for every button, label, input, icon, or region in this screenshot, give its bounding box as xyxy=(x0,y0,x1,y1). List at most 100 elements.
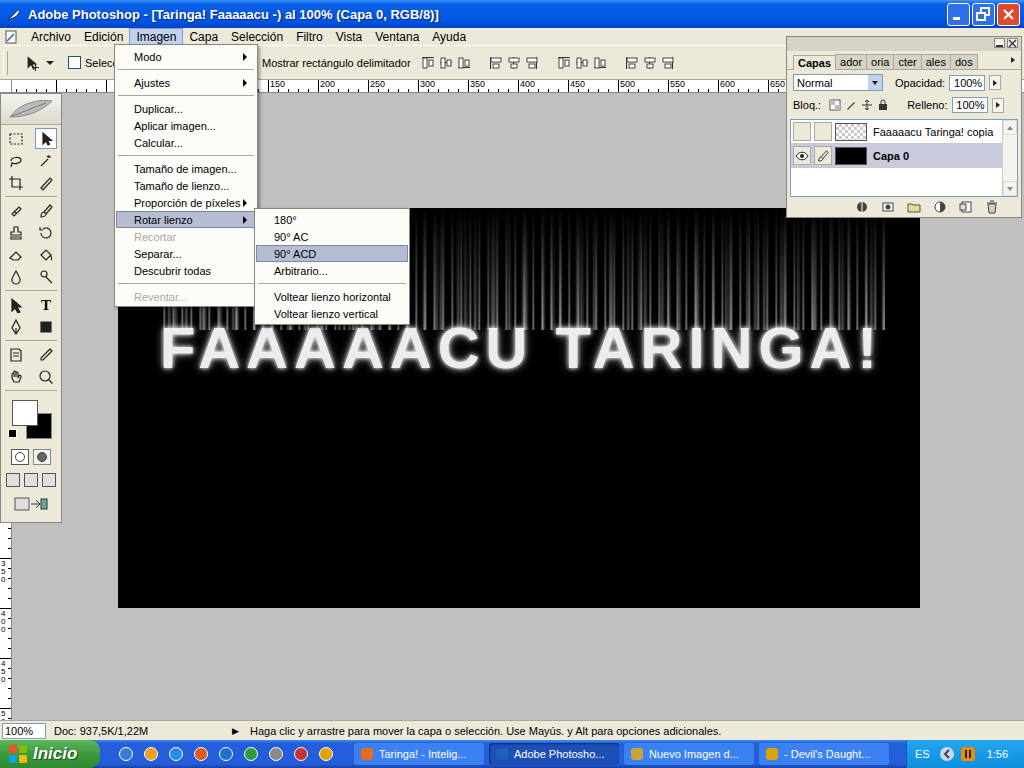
link-cell[interactable] xyxy=(814,146,832,165)
submenu-item[interactable]: Voltear lienzo vertical xyxy=(256,305,408,322)
submenu-item[interactable]: 90° AC xyxy=(256,228,408,245)
quick-launch-icon[interactable] xyxy=(318,746,334,762)
quick-launch-icon[interactable] xyxy=(193,746,209,762)
move-tool[interactable] xyxy=(35,128,57,149)
menu-title[interactable]: Imagen xyxy=(129,28,183,46)
menu-item[interactable]: Separar... xyxy=(116,245,256,262)
pen-tool[interactable] xyxy=(5,316,27,337)
dodge-tool[interactable] xyxy=(35,266,57,287)
menu-item[interactable]: Tamaño de imagen... xyxy=(116,160,256,177)
marquee-tool[interactable] xyxy=(5,128,27,149)
taskbar-button[interactable]: Nuevo Imagen d... xyxy=(624,743,754,765)
menu-title[interactable]: Ventana xyxy=(368,28,426,46)
quick-launch-icon[interactable] xyxy=(168,746,184,762)
align-icon[interactable] xyxy=(456,55,472,71)
default-colors-icon[interactable] xyxy=(8,429,17,438)
align-icon[interactable] xyxy=(506,55,522,71)
jump-to-imageready-icon[interactable] xyxy=(13,495,49,513)
align-icon[interactable] xyxy=(624,55,640,71)
quick-launch-icon[interactable] xyxy=(243,746,259,762)
quick-launch-icon[interactable] xyxy=(143,746,159,762)
taskbar-button[interactable]: Taringa! - Intelig... xyxy=(354,743,484,765)
restore-button[interactable] xyxy=(972,3,995,26)
media-player-icon[interactable] xyxy=(960,746,976,762)
align-icon[interactable] xyxy=(438,55,454,71)
panel-tab[interactable]: cter xyxy=(893,54,921,69)
align-icon[interactable] xyxy=(524,55,540,71)
layer-row[interactable]: Faaaaacu Taringa! copia xyxy=(791,120,1002,144)
brush-tool[interactable] xyxy=(35,200,57,221)
hand-tool[interactable] xyxy=(5,366,27,387)
lock-transparency-icon[interactable] xyxy=(829,99,841,111)
dropper-tool[interactable] xyxy=(35,344,57,365)
menu-item[interactable]: Reventar... xyxy=(116,288,256,305)
eraser-tool[interactable] xyxy=(5,244,27,265)
zoom-field[interactable]: 100% xyxy=(2,723,46,739)
layer-action-icon[interactable] xyxy=(959,200,973,214)
panel-tab[interactable]: ador xyxy=(835,54,867,69)
language-indicator[interactable]: ES xyxy=(915,748,930,760)
visibility-toggle[interactable] xyxy=(793,122,811,141)
align-icon[interactable] xyxy=(420,55,436,71)
quick-launch-icon[interactable] xyxy=(118,746,134,762)
opacity-field[interactable]: 100% xyxy=(949,75,985,91)
standard-mode-button[interactable] xyxy=(11,449,29,465)
start-button[interactable]: Inicio xyxy=(0,740,100,768)
align-icon[interactable] xyxy=(556,55,572,71)
panel-tab[interactable]: ales xyxy=(921,54,951,69)
lock-position-icon[interactable] xyxy=(861,99,873,111)
menu-item[interactable]: Rotar lienzo xyxy=(116,211,256,228)
close-button[interactable] xyxy=(997,3,1020,26)
blend-mode-select[interactable]: Normal xyxy=(793,74,883,91)
panel-tab[interactable]: dos xyxy=(950,54,978,69)
panel-title-bar[interactable] xyxy=(787,37,1021,51)
visibility-toggle[interactable] xyxy=(793,146,811,165)
stamp-tool[interactable] xyxy=(5,222,27,243)
menu-item[interactable]: Tamaño de lienzo... xyxy=(116,177,256,194)
align-icon[interactable] xyxy=(574,55,590,71)
panel-close-button[interactable] xyxy=(1007,38,1018,48)
taskbar-button[interactable]: Adobe Photosho... xyxy=(489,743,619,765)
layer-action-icon[interactable] xyxy=(933,200,947,214)
screen-mode-button[interactable] xyxy=(6,473,20,487)
quick-launch-icon[interactable] xyxy=(293,746,309,762)
align-icon[interactable] xyxy=(592,55,608,71)
panel-tab[interactable]: oria xyxy=(866,54,894,69)
pathsel-tool[interactable] xyxy=(5,294,27,315)
tool-preset-arrow-icon[interactable] xyxy=(46,61,54,65)
menu-title[interactable]: Capa xyxy=(182,28,225,46)
menu-title[interactable]: Edición xyxy=(77,28,130,46)
notes-tool[interactable] xyxy=(5,344,27,365)
blur-tool[interactable] xyxy=(5,266,27,287)
heal-tool[interactable] xyxy=(5,200,27,221)
submenu-item[interactable]: Voltear lienzo horizontal xyxy=(256,288,408,305)
menu-title[interactable]: Filtro xyxy=(289,28,330,46)
panel-menu-button[interactable] xyxy=(1009,56,1017,64)
panel-minimize-button[interactable] xyxy=(994,38,1005,48)
panel-tab[interactable]: Capas xyxy=(793,55,836,70)
align-icon[interactable] xyxy=(660,55,676,71)
menu-item[interactable]: Ajustes xyxy=(116,74,256,91)
menu-title[interactable]: Selección xyxy=(224,28,290,46)
bucket-tool[interactable] xyxy=(35,244,57,265)
menu-title[interactable]: Ayuda xyxy=(425,28,473,46)
align-icon[interactable] xyxy=(642,55,658,71)
wand-tool[interactable] xyxy=(35,150,57,171)
menu-item[interactable]: Calcular... xyxy=(116,134,256,151)
layer-action-icon[interactable] xyxy=(855,200,869,214)
link-cell[interactable] xyxy=(814,122,832,141)
slice-tool[interactable] xyxy=(35,172,57,193)
menu-item[interactable]: Recortar xyxy=(116,228,256,245)
submenu-item[interactable]: 180° xyxy=(256,211,408,228)
layer-action-icon[interactable] xyxy=(881,200,895,214)
menu-title[interactable]: Vista xyxy=(329,28,369,46)
opacity-slider-button[interactable] xyxy=(989,75,1001,90)
back-arrow-icon[interactable] xyxy=(939,746,955,762)
layer-action-icon[interactable] xyxy=(985,200,999,214)
fill-slider-button[interactable] xyxy=(992,98,1004,113)
zoom-tool[interactable] xyxy=(35,366,57,387)
lasso-tool[interactable] xyxy=(5,150,27,171)
type-tool[interactable]: T xyxy=(35,294,57,315)
menu-item[interactable]: Descubrir todas xyxy=(116,262,256,279)
minimize-button[interactable] xyxy=(947,3,970,26)
